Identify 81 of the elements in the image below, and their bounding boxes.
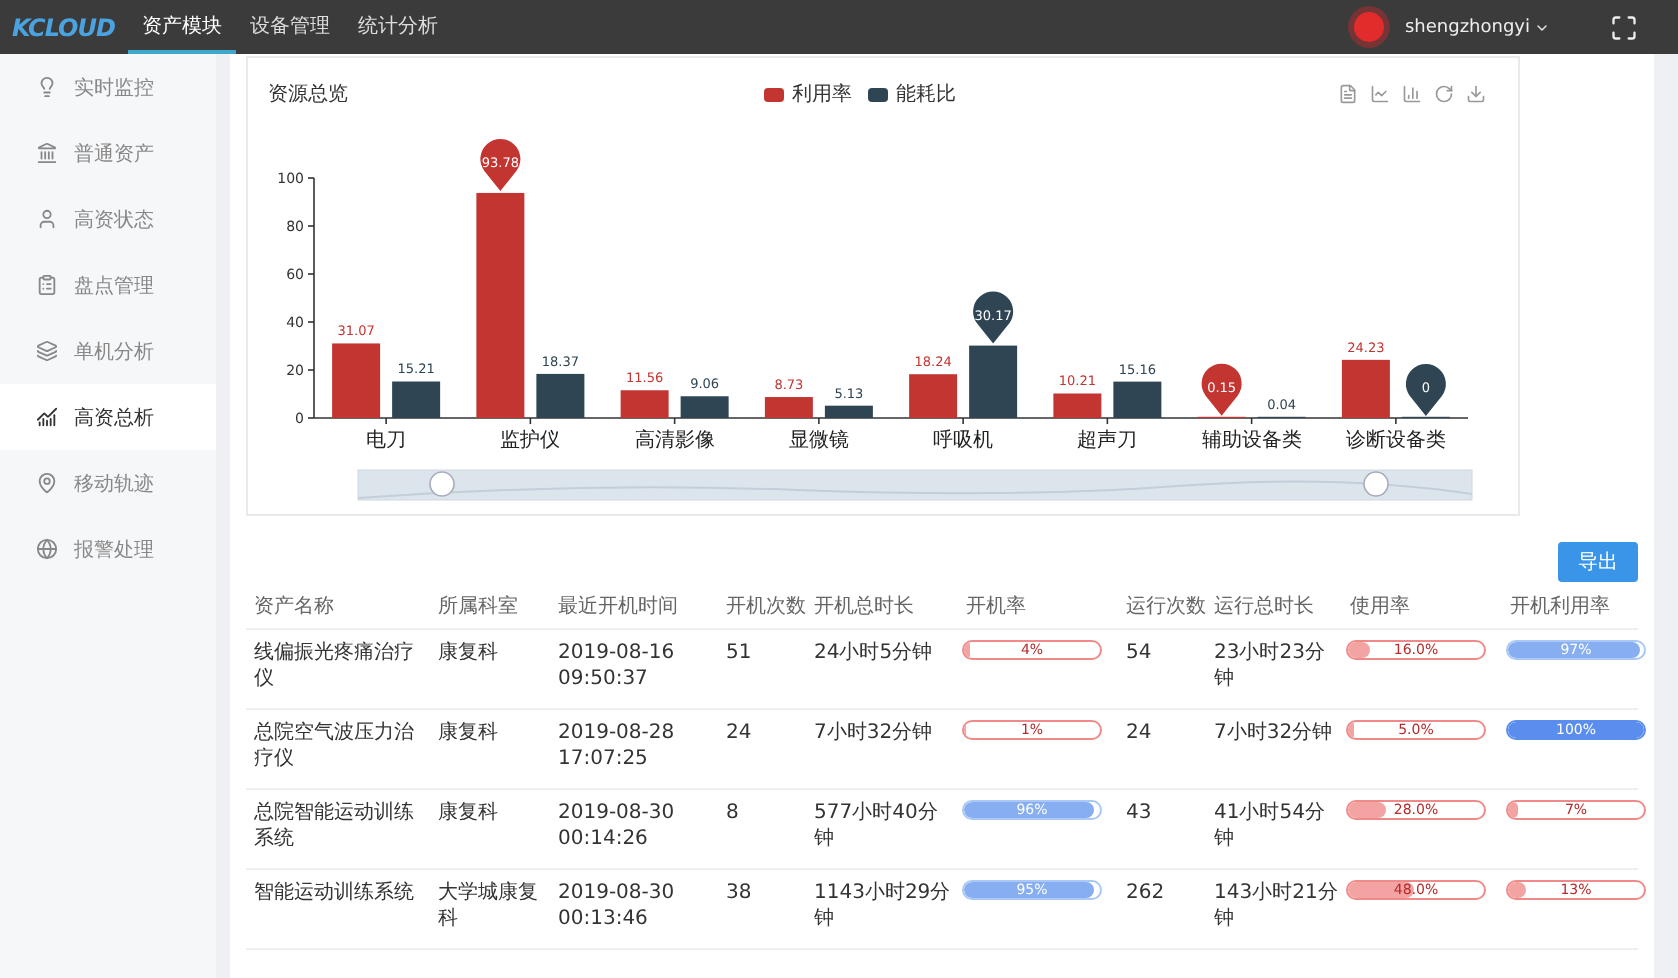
nav-tab[interactable]: 设备管理: [236, 0, 344, 54]
sidebar-item[interactable]: 高资总析: [0, 384, 216, 450]
x-tick-label: 高清影像: [634, 430, 715, 452]
export-button[interactable]: 导出: [1558, 542, 1638, 582]
x-tick-label: 电刀: [366, 430, 407, 452]
clipboard-icon: [36, 274, 58, 296]
sidebar-item[interactable]: 单机分析: [0, 318, 216, 384]
table-cell-text: 2019-08-28 17:07:25: [556, 720, 677, 774]
table-cell-text: 7小时32分钟: [1212, 720, 1335, 748]
table-cell-text: 线偏振光疼痛治疗仪: [252, 640, 416, 694]
table-cell-text: 2019-08-16 09:50:37: [556, 640, 677, 694]
zoom-slider[interactable]: [357, 469, 1473, 501]
document-icon[interactable]: [1338, 84, 1358, 104]
sidebar-item[interactable]: 移动轨迹: [0, 450, 216, 516]
marker-pin: [973, 291, 1014, 344]
x-tick-label: 诊断设备类: [1345, 430, 1446, 452]
column-header: 运行总时长: [1212, 593, 1316, 619]
table-cell-text: 7小时32分钟: [812, 720, 935, 748]
x-tick-label: 呼吸机: [933, 430, 994, 452]
bar-chart-icon[interactable]: [1402, 84, 1422, 104]
x-tick-label: 辅助设备类: [1201, 430, 1302, 452]
refresh-icon[interactable]: [1434, 84, 1454, 104]
table-cell-text: 大学城康复科: [436, 880, 540, 934]
table-cell-text: 51: [724, 640, 754, 668]
column-header: 开机总时长: [812, 593, 916, 619]
legend-item[interactable]: 利用率: [764, 80, 852, 108]
column-header: 使用率: [1348, 593, 1412, 619]
table-cell-text: 24: [724, 720, 754, 748]
sidebar-item[interactable]: 实时监控: [0, 54, 216, 120]
x-tick-label: 监护仪: [500, 430, 561, 452]
table-cell-text: 24: [1124, 720, 1154, 748]
x-tick-label: 显微镜: [788, 430, 849, 452]
table-cell-text: 康复科: [436, 720, 500, 748]
marker-pin: [1405, 364, 1446, 416]
table-cell-text: 41小时54分钟: [1212, 800, 1327, 854]
column-header: 开机利用率: [1508, 593, 1612, 619]
table-cell-text: 2019-08-30 00:14:26: [556, 800, 677, 854]
download-icon[interactable]: [1466, 84, 1486, 104]
table-cell-text: 智能运动训练系统: [252, 880, 416, 908]
avatar[interactable]: [1354, 12, 1385, 42]
line-chart-icon[interactable]: [1370, 84, 1390, 104]
table-cell-text: 1143小时29分钟: [812, 880, 953, 934]
table-cell-text: 38: [724, 880, 754, 908]
chart-icon: [36, 406, 58, 428]
table-cell-text: 143小时21分钟: [1212, 880, 1338, 934]
sidebar-item[interactable]: 报警处理: [0, 516, 216, 582]
logo: KCLOUD: [12, 13, 117, 41]
x-tick-label: 超声刀: [1077, 430, 1138, 452]
column-header: 资产名称: [252, 593, 336, 619]
table-cell-text: 8: [724, 800, 741, 828]
marker-pin: [1201, 363, 1242, 416]
legend-item[interactable]: 能耗比: [868, 80, 956, 108]
table-cell-text: 23小时23分钟: [1212, 640, 1327, 694]
table-cell-text: 262: [1124, 880, 1167, 908]
column-header: 运行次数: [1124, 593, 1206, 619]
column-header: 开机率: [964, 593, 1028, 619]
column-header: 最近开机时间: [556, 593, 680, 619]
pin-icon: [36, 472, 58, 494]
sidebar-item[interactable]: 盘点管理: [0, 252, 216, 318]
sidebar-item[interactable]: 高资状态: [0, 186, 216, 252]
user-menu[interactable]: shengzhongyi: [1404, 0, 1550, 54]
nav-tab[interactable]: 统计分析: [344, 0, 452, 54]
table-cell-text: 24小时5分钟: [812, 640, 935, 668]
table-cell-text: 总院空气波压力治疗仪: [252, 720, 416, 774]
table-cell-text: 2019-08-30 00:13:46: [556, 880, 677, 934]
sidebar-item[interactable]: 普通资产: [0, 120, 216, 186]
table-cell-text: 康复科: [436, 640, 500, 668]
table-cell-text: 康复科: [436, 800, 500, 828]
person-icon: [36, 208, 58, 230]
marker-pin: [480, 138, 521, 191]
chart-title: 资源总览: [268, 81, 350, 108]
table-cell-text: 54: [1124, 640, 1154, 668]
table-cell-text: 43: [1124, 800, 1154, 828]
layers-icon: [36, 340, 58, 362]
globe-icon: [36, 538, 58, 560]
column-header: 开机次数: [724, 593, 806, 619]
bank-icon: [36, 142, 58, 164]
column-header: 所属科室: [436, 593, 520, 619]
table-cell-text: 577小时40分钟: [812, 800, 940, 854]
lightbulb-icon: [36, 76, 58, 98]
table-cell-text: 总院智能运动训练系统: [252, 800, 416, 854]
